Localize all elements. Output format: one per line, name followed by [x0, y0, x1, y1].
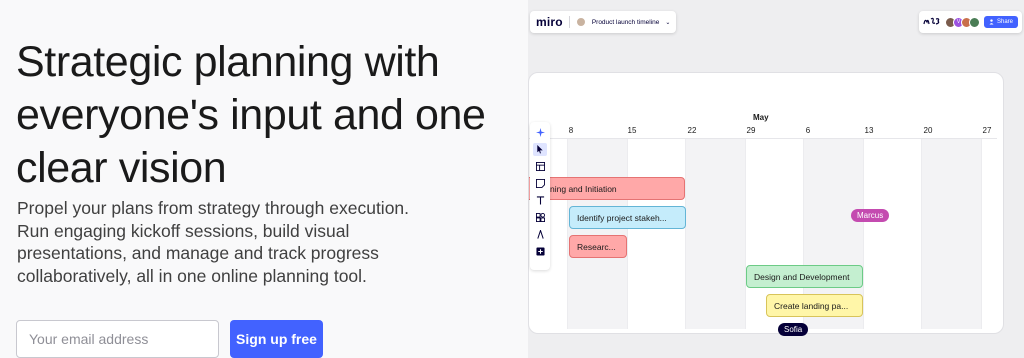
collaborator-cursor-sofia: Sofia — [778, 323, 809, 336]
day-label: 22 — [687, 126, 697, 135]
collaborator-avatars[interactable]: V — [944, 16, 980, 28]
grid-line — [567, 107, 568, 329]
chevron-down-icon[interactable]: ⌄ — [665, 19, 670, 26]
email-input[interactable] — [16, 320, 219, 358]
board-header: miro Product launch timeline ⌄ — [530, 11, 677, 33]
collaborator-cursor-marcus: Marcus — [851, 209, 890, 222]
week-shade — [921, 139, 981, 329]
template-icon[interactable] — [533, 160, 547, 173]
week-shade — [567, 139, 627, 329]
task-bar[interactable]: Design and Development — [746, 265, 863, 288]
month-label: May — [753, 113, 769, 122]
timeline-header: May 8 15 22 29 6 13 20 27 — [529, 107, 997, 139]
day-label: 20 — [923, 126, 933, 135]
sticky-note-icon[interactable] — [533, 177, 547, 190]
task-bar[interactable]: Planning and Initiation — [529, 177, 685, 200]
grid-line — [745, 107, 746, 329]
pen-icon[interactable] — [533, 228, 547, 241]
day-label: 27 — [982, 126, 992, 135]
share-button[interactable]: Share — [983, 16, 1018, 28]
reactions-glyph-icon — [923, 17, 940, 25]
collab-toolbar: V Share — [918, 11, 1022, 33]
grid-line — [921, 107, 922, 329]
task-bar[interactable]: Create landing pa... — [766, 294, 863, 317]
week-shade — [685, 139, 745, 329]
share-label: Share — [996, 19, 1013, 25]
hero-subtext: Propel your plans from strategy through … — [17, 198, 410, 286]
shapes-icon[interactable] — [533, 211, 547, 224]
board-name[interactable]: Product launch timeline — [592, 19, 660, 26]
day-label: 29 — [746, 126, 756, 135]
sparkle-icon[interactable] — [533, 126, 547, 139]
hero-headline: Strategic planning with everyone's input… — [16, 38, 486, 192]
plus-icon[interactable] — [533, 245, 547, 258]
divider — [568, 16, 570, 28]
hero-section: Strategic planning with everyone's input… — [0, 0, 528, 358]
cursor-icon[interactable] — [533, 143, 547, 156]
timeline: May 8 15 22 29 6 13 20 27 Planning and I… — [529, 107, 997, 329]
app-preview: miro Product launch timeline ⌄ V Share M… — [528, 0, 1024, 358]
text-icon[interactable] — [533, 194, 547, 207]
day-label: 13 — [864, 126, 874, 135]
left-toolbar — [530, 122, 550, 270]
miro-logo: miro — [536, 15, 563, 29]
day-label: 6 — [805, 126, 811, 135]
task-bar[interactable]: Identify project stakeh... — [569, 206, 686, 229]
grid-line — [981, 107, 982, 329]
task-bar[interactable]: Researc... — [569, 235, 627, 258]
signup-button[interactable]: Sign up free — [230, 320, 323, 358]
person-plus-icon — [989, 19, 994, 25]
board-canvas[interactable]: May 8 15 22 29 6 13 20 27 Planning and I… — [528, 72, 1004, 334]
reactions-icon[interactable] — [923, 16, 941, 28]
avatar — [968, 16, 980, 28]
day-label: 15 — [627, 126, 637, 135]
day-label: 8 — [568, 126, 574, 135]
board-avatar-icon — [575, 17, 586, 27]
